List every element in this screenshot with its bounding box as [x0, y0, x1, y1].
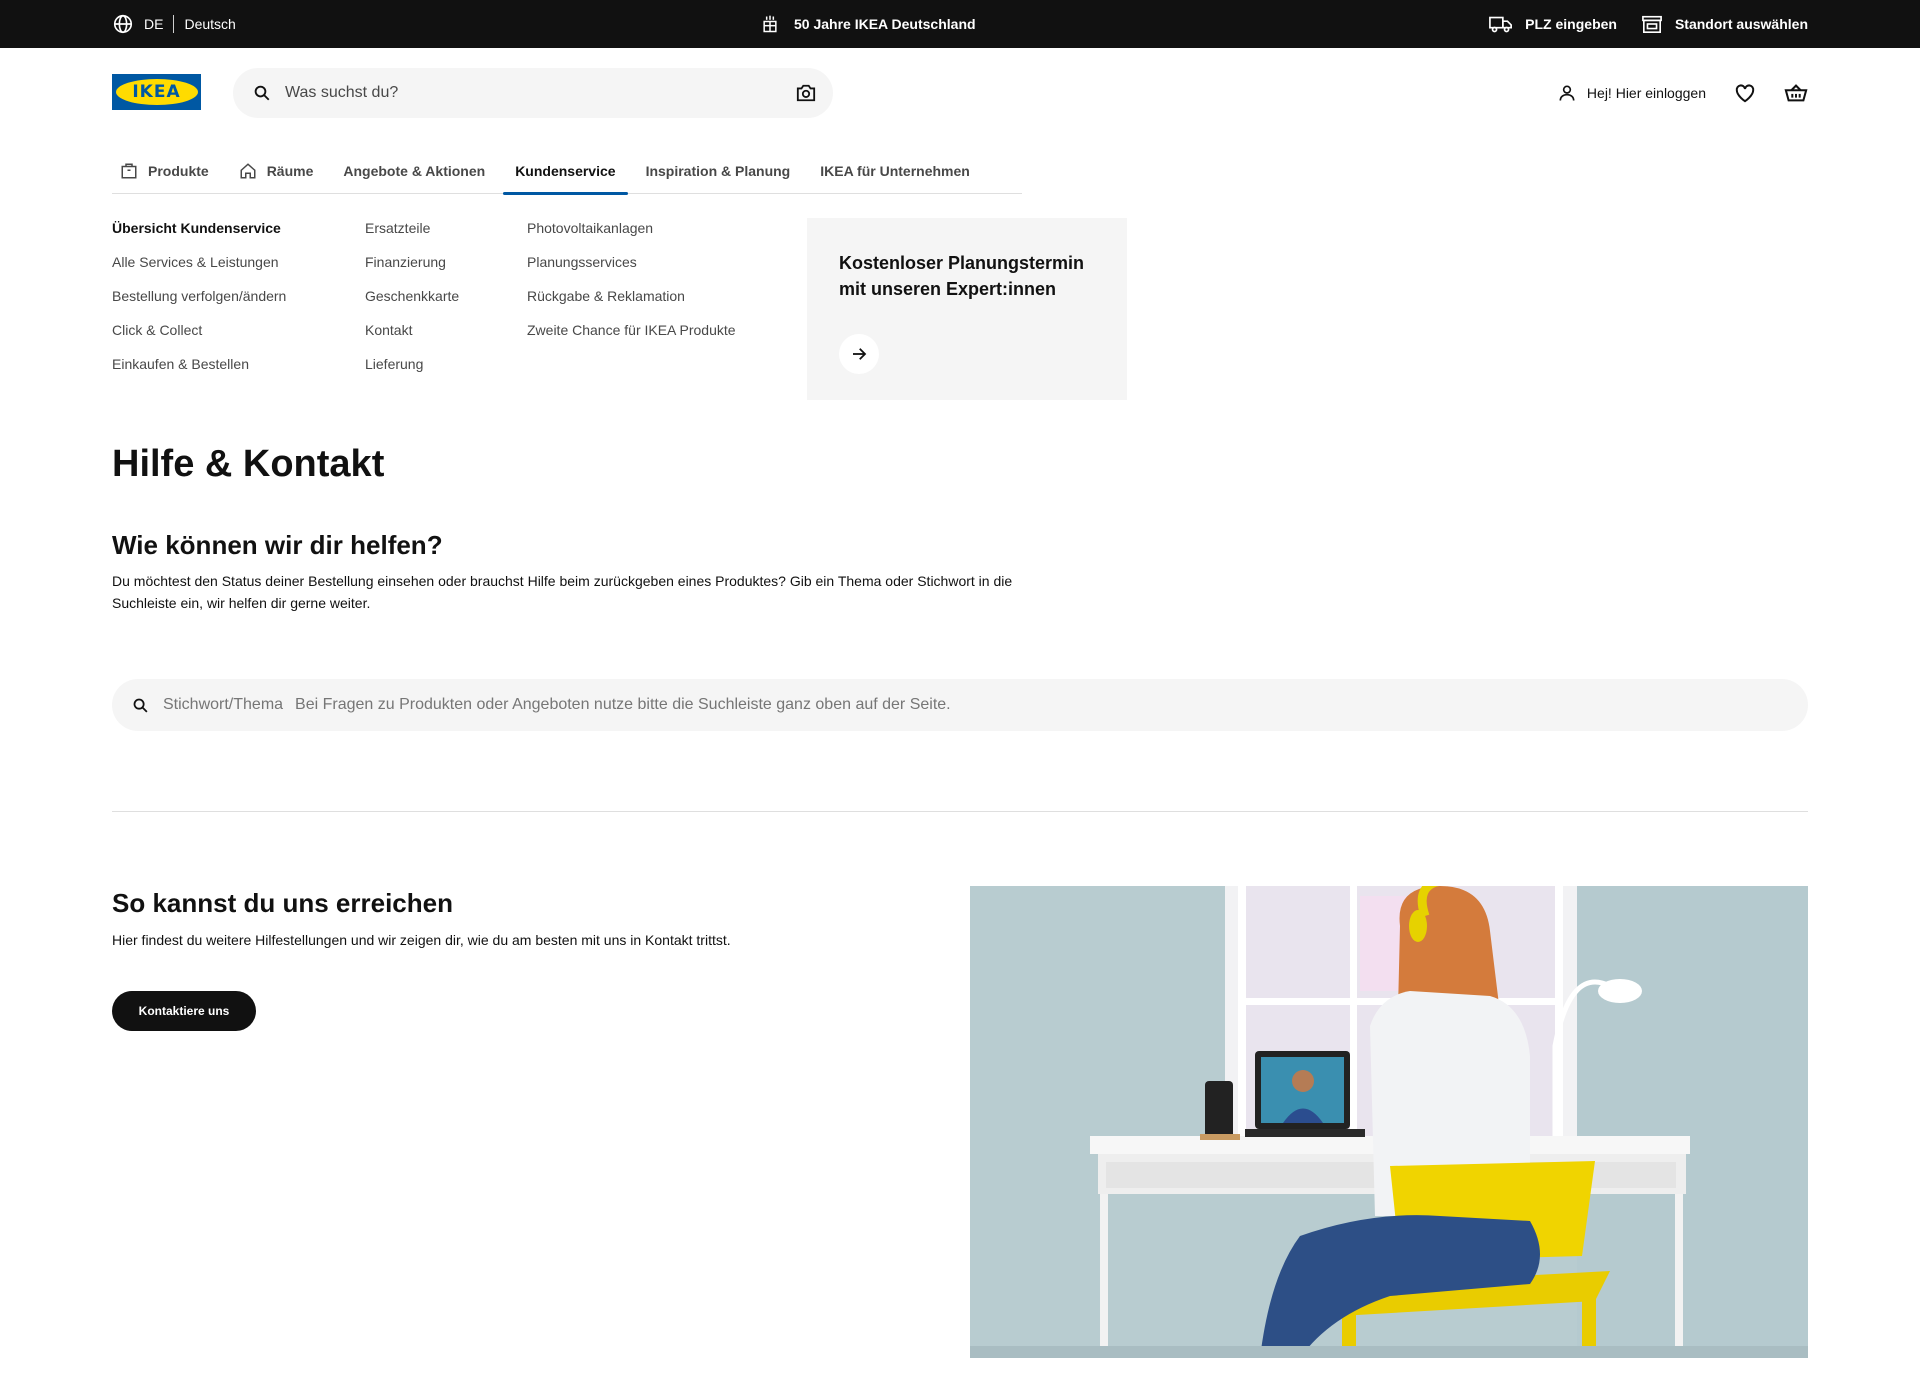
nav-rooms[interactable]: Räume: [224, 150, 329, 192]
product-search-bar[interactable]: [233, 68, 833, 118]
products-icon: [120, 162, 138, 180]
camera-icon[interactable]: [795, 83, 817, 103]
logo-text: IKEA: [132, 82, 181, 102]
contact-us-button[interactable]: Kontaktiere uns: [112, 991, 256, 1031]
subnav-link[interactable]: Übersicht Kundenservice: [112, 218, 286, 252]
customer-service-image: [970, 886, 1808, 1358]
subnav-link[interactable]: Zweite Chance für IKEA Produkte: [527, 320, 736, 354]
store-selector-label: Standort auswählen: [1674, 16, 1808, 32]
subnav-column-1: Übersicht Kundenservice Alle Services & …: [112, 218, 286, 388]
store-selector-button[interactable]: Standort auswählen: [1641, 14, 1808, 34]
nav-business-label: IKEA für Unternehmen: [820, 163, 970, 179]
ikea-logo[interactable]: IKEA: [112, 74, 201, 110]
heart-icon[interactable]: [1734, 83, 1756, 103]
language-selector[interactable]: DE Deutsch: [112, 0, 236, 48]
woman-at-desk-illustration: [970, 886, 1808, 1358]
subnav-link[interactable]: Ersatzteile: [365, 218, 459, 252]
subnav-link[interactable]: Planungsservices: [527, 252, 736, 286]
login-link[interactable]: Hej! Hier einloggen: [1557, 83, 1706, 103]
logo-oval: IKEA: [115, 79, 198, 105]
page-title: Hilfe & Kontakt: [112, 443, 385, 485]
subnav-column-3: Photovoltaikanlagen Planungsservices Rüc…: [527, 218, 736, 354]
nav-customer-service[interactable]: Kundenservice: [500, 150, 630, 195]
user-icon: [1557, 83, 1577, 103]
anniversary-banner[interactable]: 50 Jahre IKEA Deutschland: [760, 0, 976, 48]
help-search-input[interactable]: [295, 696, 1788, 714]
planning-promo-title: Kostenloser Planungstermin mit unseren E…: [839, 253, 1085, 299]
nav-offers-label: Angebote & Aktionen: [343, 163, 486, 179]
section-divider: [112, 811, 1808, 812]
globe-icon: [112, 13, 134, 35]
language-code: DE: [144, 16, 164, 32]
login-label: Hej! Hier einloggen: [1586, 85, 1706, 101]
subnav-link[interactable]: Rückgabe & Reklamation: [527, 286, 736, 320]
subnav-link[interactable]: Alle Services & Leistungen: [112, 252, 286, 286]
subnav-link[interactable]: Lieferung: [365, 354, 459, 388]
subnav-link[interactable]: Click & Collect: [112, 320, 286, 354]
subnav-link[interactable]: Bestellung verfolgen/ändern: [112, 286, 286, 320]
planning-promo-card[interactable]: Kostenloser Planungstermin mit unseren E…: [807, 218, 1127, 400]
nav-customer-service-label: Kundenservice: [515, 163, 616, 179]
subnav-link[interactable]: Kontakt: [365, 320, 459, 354]
gift-icon: [760, 14, 780, 34]
reach-heading: So kannst du uns erreichen: [112, 888, 453, 918]
postal-code-button[interactable]: PLZ eingeben: [1489, 14, 1617, 34]
postal-code-label: PLZ eingeben: [1525, 16, 1617, 32]
main-navigation: Produkte Räume Angebote & Aktionen Kunde…: [112, 150, 1022, 195]
top-bar: DE Deutsch 50 Jahre IKEA Deutschland PLZ…: [0, 0, 1920, 48]
subnav-link[interactable]: Geschenkkarte: [365, 286, 459, 320]
nav-offers[interactable]: Angebote & Aktionen: [328, 150, 500, 192]
nav-products-label: Produkte: [148, 163, 209, 179]
help-search-label: Stichwort/Thema: [163, 696, 284, 713]
search-icon[interactable]: [253, 84, 271, 102]
help-heading: Wie können wir dir helfen?: [112, 530, 443, 560]
reach-description: Hier findest du weitere Hilfestellungen …: [112, 932, 731, 948]
subnav-link[interactable]: Finanzierung: [365, 252, 459, 286]
search-icon[interactable]: [132, 697, 149, 714]
subnav-column-2: Ersatzteile Finanzierung Geschenkkarte K…: [365, 218, 459, 388]
nav-inspiration[interactable]: Inspiration & Planung: [631, 150, 806, 192]
shopping-bag-icon[interactable]: [1784, 82, 1808, 104]
nav-rooms-label: Räume: [266, 163, 314, 179]
planning-promo-arrow-button[interactable]: [839, 334, 879, 374]
subnav-link[interactable]: Photovoltaikanlagen: [527, 218, 736, 252]
home-icon: [239, 162, 257, 180]
arrow-right-icon: [850, 345, 868, 363]
nav-business[interactable]: IKEA für Unternehmen: [805, 150, 985, 192]
nav-inspiration-label: Inspiration & Planung: [645, 163, 791, 179]
store-icon: [1641, 14, 1663, 34]
language-name: Deutsch: [184, 16, 236, 32]
help-search-bar[interactable]: Stichwort/Thema: [112, 679, 1808, 731]
product-search-input[interactable]: [285, 84, 795, 102]
subnav-link[interactable]: Einkaufen & Bestellen: [112, 354, 286, 388]
help-description: Du möchtest den Status deiner Bestellung…: [112, 573, 1013, 611]
language-divider: [173, 15, 175, 33]
nav-products[interactable]: Produkte: [112, 150, 224, 192]
truck-icon: [1489, 14, 1513, 34]
anniversary-text: 50 Jahre IKEA Deutschland: [794, 16, 976, 32]
